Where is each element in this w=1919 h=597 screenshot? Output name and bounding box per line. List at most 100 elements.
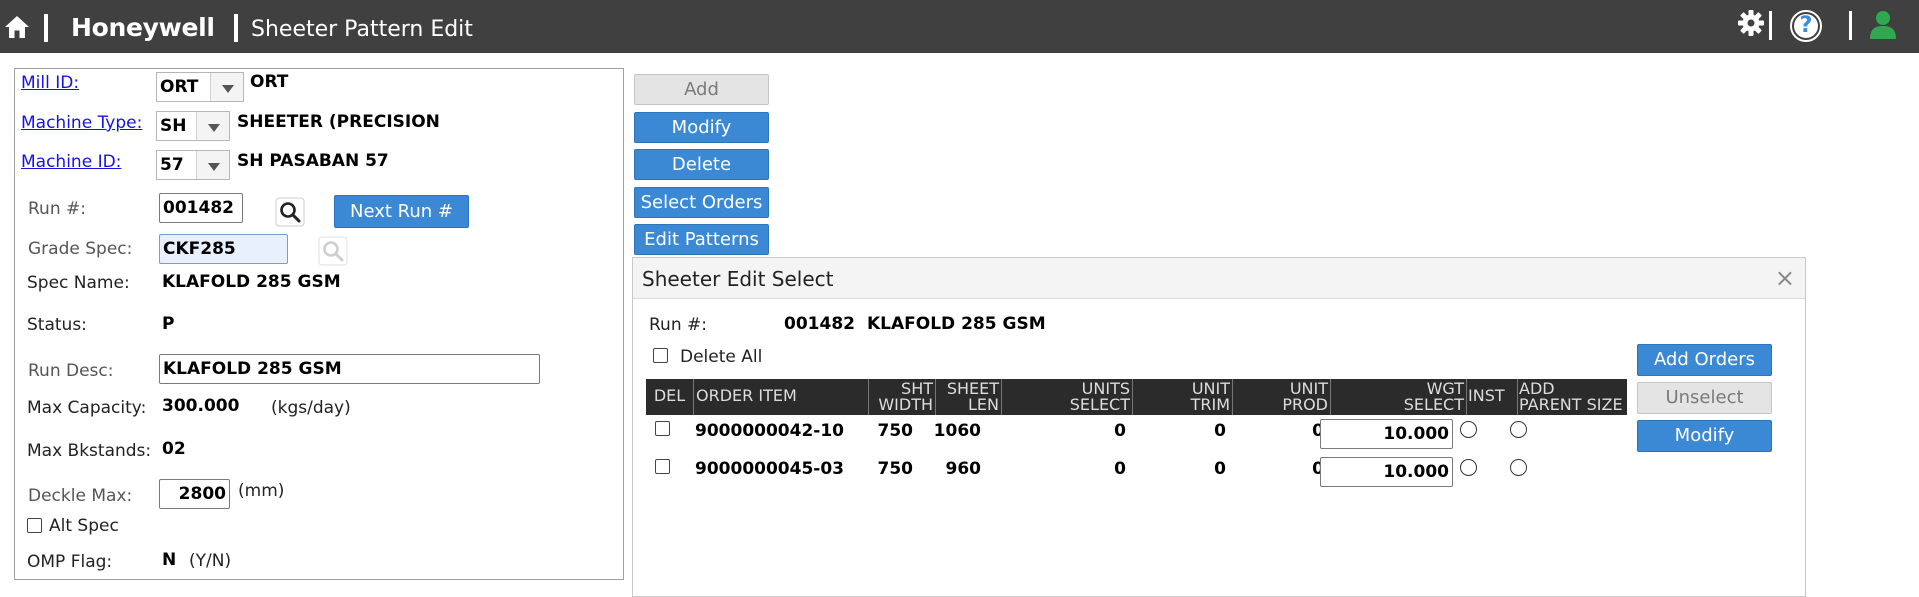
delete-all-checkbox[interactable] bbox=[653, 348, 668, 363]
unselect-button[interactable]: Unselect bbox=[1637, 382, 1772, 414]
unit-trim-cell: 0 bbox=[1214, 459, 1226, 479]
inst-radio[interactable] bbox=[1460, 421, 1477, 438]
col-unit-prod-line2: PROD bbox=[1282, 395, 1328, 414]
modify-button[interactable]: Modify bbox=[634, 112, 769, 143]
order-item-cell: 9000000045-03 bbox=[695, 459, 844, 479]
add-orders-button[interactable]: Add Orders bbox=[1637, 344, 1772, 376]
unit-prod-cell: 0 bbox=[1312, 421, 1324, 441]
run-desc-label: Run Desc: bbox=[28, 361, 114, 381]
col-sheet-len-line2: LEN bbox=[968, 395, 999, 414]
deckle-max-unit: (mm) bbox=[238, 481, 285, 501]
machine-id-link[interactable]: Machine ID: bbox=[21, 152, 121, 172]
max-bkstands-label: Max Bkstands: bbox=[27, 441, 152, 461]
col-unit-prod[interactable]: UNIT PROD bbox=[1233, 379, 1331, 415]
delete-all-label: Delete All bbox=[680, 347, 763, 367]
col-sht-width-line2: WIDTH bbox=[878, 395, 933, 414]
alt-spec-label: Alt Spec bbox=[49, 516, 119, 536]
sht-width-cell: 750 bbox=[877, 459, 914, 479]
sheeter-edit-select-dialog: Sheeter Edit Select × Run #: 001482 KLAF… bbox=[632, 257, 1806, 597]
divider bbox=[44, 14, 48, 42]
spec-name-label: Spec Name: bbox=[27, 273, 130, 293]
spec-name-value: KLAFOLD 285 GSM bbox=[162, 272, 341, 292]
wgt-select-input[interactable]: 10.000 bbox=[1320, 419, 1453, 449]
gear-icon[interactable] bbox=[1737, 9, 1765, 37]
unit-trim-cell: 0 bbox=[1214, 421, 1226, 441]
units-select-cell: 0 bbox=[1114, 421, 1126, 441]
user-icon[interactable] bbox=[1869, 10, 1897, 40]
home-icon[interactable] bbox=[4, 15, 30, 39]
col-units-select[interactable]: UNITS SELECT bbox=[1002, 379, 1133, 415]
col-add-parent-size-line2: PARENT SIZE bbox=[1519, 395, 1623, 414]
chevron-down-icon[interactable] bbox=[210, 73, 243, 101]
add-parent-size-radio[interactable] bbox=[1510, 459, 1527, 476]
col-unit-trim-line2: TRIM bbox=[1190, 395, 1230, 414]
grade-spec-label: Grade Spec: bbox=[28, 239, 133, 259]
run-number-input[interactable]: 001482 bbox=[159, 193, 243, 223]
row-delete-checkbox[interactable] bbox=[655, 459, 670, 474]
grade-spec-input[interactable]: CKF285 bbox=[159, 234, 288, 264]
inst-radio[interactable] bbox=[1460, 459, 1477, 476]
add-parent-size-radio[interactable] bbox=[1510, 421, 1527, 438]
wgt-select-input[interactable]: 10.000 bbox=[1320, 457, 1453, 487]
top-bar: Honeywell Sheeter Pattern Edit ? bbox=[0, 0, 1919, 53]
chevron-down-icon[interactable] bbox=[196, 151, 229, 179]
next-run-button[interactable]: Next Run # bbox=[334, 195, 469, 228]
machine-type-link[interactable]: Machine Type: bbox=[21, 113, 142, 133]
edit-patterns-button[interactable]: Edit Patterns bbox=[634, 224, 769, 255]
brand-logo: Honeywell bbox=[71, 13, 215, 42]
max-capacity-label: Max Capacity: bbox=[27, 398, 147, 418]
chevron-down-icon[interactable] bbox=[196, 112, 229, 140]
row-delete-checkbox[interactable] bbox=[655, 421, 670, 436]
col-add-parent-size[interactable]: ADD PARENT SIZE bbox=[1518, 379, 1627, 415]
order-item-cell: 9000000042-10 bbox=[695, 421, 844, 441]
col-units-select-line2: SELECT bbox=[1069, 395, 1130, 414]
divider bbox=[234, 14, 238, 42]
machine-type-value: SH bbox=[160, 116, 187, 136]
machine-id-select[interactable]: 57 bbox=[156, 150, 230, 180]
col-inst[interactable]: INST bbox=[1467, 379, 1518, 415]
divider bbox=[1849, 11, 1852, 40]
machine-id-desc: SH PASABAN 57 bbox=[237, 151, 389, 171]
machine-id-value: 57 bbox=[160, 155, 184, 175]
mill-id-select[interactable]: ORT bbox=[156, 72, 244, 102]
help-icon[interactable]: ? bbox=[1790, 10, 1822, 42]
machine-type-desc: SHEETER (PRECISION bbox=[237, 112, 440, 132]
col-sheet-len[interactable]: SHEET LEN bbox=[936, 379, 1002, 415]
col-unit-trim[interactable]: UNIT TRIM bbox=[1133, 379, 1233, 415]
col-wgt-select[interactable]: WGT SELECT bbox=[1331, 379, 1467, 415]
omp-flag-label: OMP Flag: bbox=[27, 552, 113, 572]
deckle-max-input[interactable]: 2800 bbox=[159, 479, 230, 509]
mill-id-link[interactable]: Mill ID: bbox=[21, 73, 79, 93]
dialog-modify-button[interactable]: Modify bbox=[1637, 420, 1772, 452]
max-bkstands-value: 02 bbox=[162, 439, 186, 459]
dialog-header: Sheeter Edit Select × bbox=[633, 258, 1805, 299]
mill-id-desc: ORT bbox=[250, 72, 289, 92]
divider bbox=[1769, 11, 1772, 40]
machine-type-select[interactable]: SH bbox=[156, 111, 230, 141]
search-icon[interactable] bbox=[275, 197, 305, 227]
orders-table-header: DEL ORDER ITEM SHT WIDTH SHEET LEN UNITS… bbox=[646, 379, 1627, 415]
close-icon[interactable]: × bbox=[1775, 264, 1795, 292]
omp-flag-hint: (Y/N) bbox=[189, 551, 232, 571]
alt-spec-checkbox[interactable] bbox=[27, 518, 42, 533]
col-wgt-select-line2: SELECT bbox=[1403, 395, 1464, 414]
omp-flag-value: N bbox=[162, 550, 177, 570]
sheet-len-cell: 1060 bbox=[933, 421, 981, 441]
dialog-run-label: Run #: bbox=[649, 315, 707, 335]
col-order-item[interactable]: ORDER ITEM bbox=[694, 379, 869, 415]
add-button[interactable]: Add bbox=[634, 74, 769, 105]
col-sht-width[interactable]: SHT WIDTH bbox=[869, 379, 936, 415]
delete-button[interactable]: Delete bbox=[634, 149, 769, 180]
status-label: Status: bbox=[27, 315, 87, 335]
mill-id-value: ORT bbox=[160, 77, 199, 97]
select-orders-button[interactable]: Select Orders bbox=[634, 187, 769, 218]
search-icon-disabled bbox=[318, 236, 348, 266]
dialog-run-value: 001482 bbox=[784, 314, 855, 334]
max-capacity-unit: (kgs/day) bbox=[271, 398, 351, 418]
sht-width-cell: 750 bbox=[877, 421, 914, 441]
col-del[interactable]: DEL bbox=[646, 379, 694, 415]
run-desc-input[interactable]: KLAFOLD 285 GSM bbox=[159, 354, 540, 384]
unit-prod-cell: 0 bbox=[1312, 459, 1324, 479]
page-title: Sheeter Pattern Edit bbox=[251, 17, 473, 42]
sheet-len-cell: 960 bbox=[945, 459, 982, 479]
